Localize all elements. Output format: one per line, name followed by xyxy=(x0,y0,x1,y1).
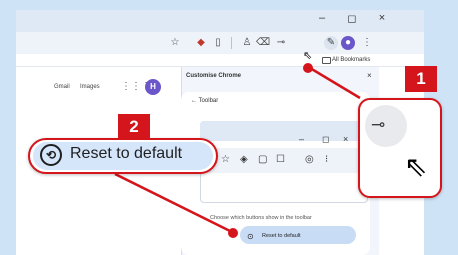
callout-dot-one xyxy=(303,63,313,73)
callout-dot-two xyxy=(228,228,238,238)
small-pointer-icon: ⇖ xyxy=(303,49,313,62)
mouse-pointer-icon: ⇖ xyxy=(404,150,428,183)
step-badge-two: 2 xyxy=(118,114,150,140)
key-icon: ⊸ xyxy=(371,115,386,135)
callout-line-one xyxy=(309,66,361,100)
reset-zoom-label: Reset to default xyxy=(70,145,183,162)
reset-zoom-icon: ⟲ xyxy=(40,144,62,166)
step-badge-one: 1 xyxy=(405,66,437,92)
callout-line-two xyxy=(114,172,233,234)
